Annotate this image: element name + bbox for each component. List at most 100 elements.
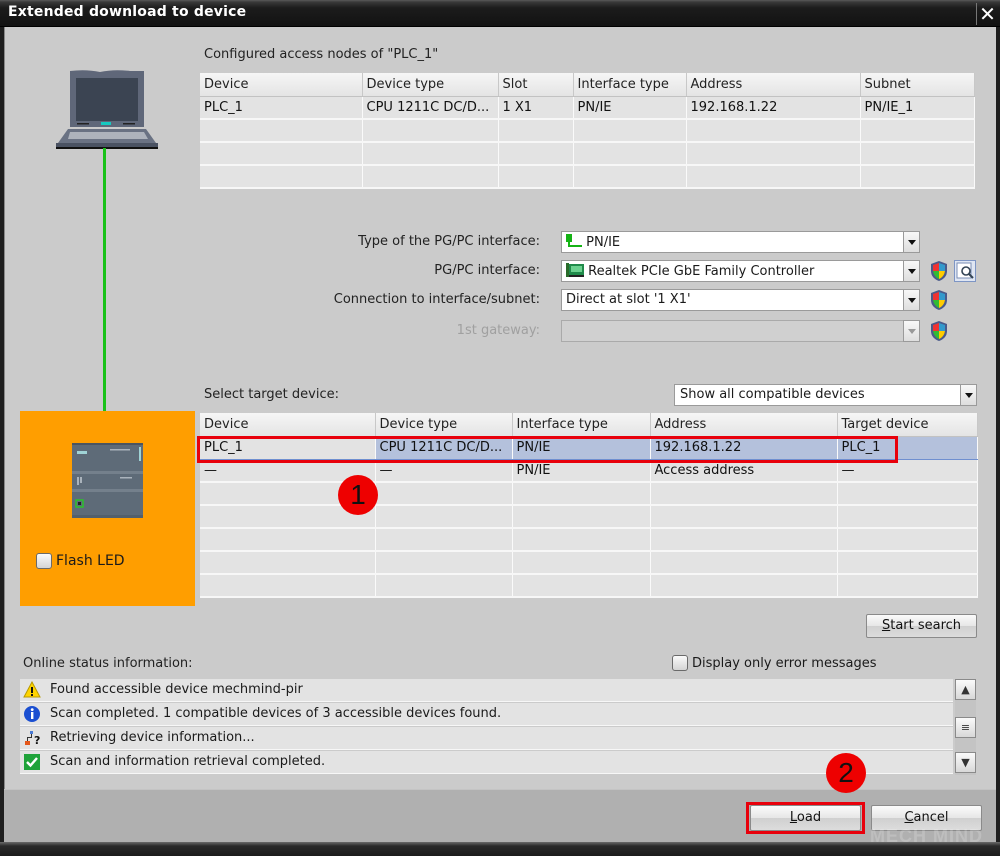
chevron-down-icon[interactable] — [960, 384, 977, 406]
connection-select[interactable]: Direct at slot '1 X1' — [561, 289, 920, 311]
configured-nodes-cell — [498, 142, 574, 166]
target-device-cell: PLC_1 — [837, 435, 978, 460]
configured-nodes-column-header[interactable]: Address — [686, 73, 861, 97]
configured-nodes-cell — [498, 165, 574, 189]
target-device-column-header[interactable]: Target device — [837, 413, 978, 437]
plc-cpu-icon — [72, 443, 143, 518]
status-text: Retrieving device information... — [50, 730, 255, 745]
target-device-row[interactable]: PLC_1 CPU 1211C DC/D... PN/IE 192.168.1.22 P… — [200, 435, 978, 460]
status-text: Scan and information retrieval completed… — [50, 754, 326, 769]
cancel-label: ancel — [913, 810, 949, 825]
target-device-column-header[interactable]: Address — [650, 413, 838, 437]
configured-nodes-cell — [686, 142, 861, 166]
target-device-cell — [650, 528, 838, 552]
flash-led-checkbox-row[interactable]: Flash LED — [36, 553, 125, 569]
target-device-cell: — — [375, 459, 513, 483]
device-filter-select[interactable]: Show all compatible devices — [674, 384, 977, 406]
scroll-up-button[interactable]: ▲ — [955, 679, 976, 700]
configured-nodes-cell — [573, 142, 687, 166]
pgpc-type-select[interactable]: PN/IE — [561, 231, 920, 253]
target-device-row[interactable] — [200, 574, 978, 598]
gateway-label: 1st gateway: — [456, 323, 540, 338]
target-device-cell — [200, 551, 376, 575]
target-device-cell — [200, 574, 376, 598]
connection-row: Connection to interface/subnet: Direct a… — [200, 289, 990, 313]
scroll-thumb[interactable]: ≡ — [955, 717, 976, 738]
svg-text:?: ? — [34, 734, 40, 747]
gateway-select — [561, 320, 920, 342]
target-device-row[interactable] — [200, 528, 978, 552]
error-only-checkbox-row[interactable]: Display only error messages — [672, 655, 876, 671]
target-device-row[interactable] — [200, 482, 978, 506]
download-dialog: Extended download to device ✕ Flash LED — [0, 0, 1000, 856]
step-badge-2: 2 — [826, 753, 866, 793]
configured-nodes-column-header[interactable]: Device — [200, 73, 363, 97]
configured-nodes-cell: PN/IE — [573, 96, 687, 120]
target-device-column-header[interactable]: Interface type — [512, 413, 651, 437]
network-plug-icon — [566, 234, 582, 247]
start-search-button[interactable]: Start search — [866, 614, 977, 638]
configured-nodes-label: Configured access nodes of "PLC_1" — [204, 47, 439, 62]
target-device-cell: CPU 1211C DC/D... — [375, 435, 513, 460]
load-button[interactable]: Load — [750, 805, 861, 831]
configured-nodes-cell — [686, 119, 861, 143]
target-device-column-header[interactable]: Device — [200, 413, 376, 437]
accessible-devices-search-button[interactable] — [954, 260, 976, 282]
configured-nodes-cell — [200, 142, 363, 166]
configured-nodes-row[interactable] — [200, 119, 975, 143]
target-device-cell — [837, 574, 978, 598]
target-device-cell: Access address — [650, 459, 838, 483]
error-only-checkbox[interactable] — [672, 655, 688, 671]
pgpc-interface-select[interactable]: Realtek PCIe GbE Family Controller — [561, 260, 920, 282]
network-query-icon: ? — [25, 731, 40, 747]
target-device-cell — [512, 528, 651, 552]
configured-nodes-cell — [860, 165, 975, 189]
configured-nodes-row[interactable]: PLC_1 CPU 1211C DC/D... 1 X1 PN/IE 192.168.1… — [200, 96, 975, 120]
status-text: Found accessible device mechmind-pir — [50, 682, 303, 697]
scroll-down-button[interactable]: ▼ — [955, 752, 976, 773]
configured-nodes-cell — [573, 165, 687, 189]
chevron-down-icon[interactable] — [903, 231, 920, 253]
cancel-mnemonic: C — [904, 810, 914, 825]
configured-nodes-row[interactable] — [200, 142, 975, 166]
target-device-cell — [375, 528, 513, 552]
target-device-row[interactable] — [200, 551, 978, 575]
target-device-cell — [837, 505, 978, 529]
chevron-down-icon[interactable] — [903, 289, 920, 311]
configured-nodes-cell: 192.168.1.22 — [686, 96, 861, 120]
close-button[interactable]: ✕ — [976, 3, 998, 25]
warning-icon — [23, 681, 41, 698]
select-target-label: Select target device: — [204, 387, 339, 402]
target-device-cell — [837, 482, 978, 506]
error-only-label: Display only error messages — [692, 655, 877, 671]
target-device-cell — [650, 574, 838, 598]
info-icon — [24, 706, 40, 722]
status-message: ? Retrieving device information... — [20, 727, 953, 750]
chevron-down-icon[interactable] — [903, 260, 920, 282]
configured-nodes-column-header[interactable]: Subnet — [860, 73, 975, 97]
security-shield-icon — [931, 321, 947, 341]
target-device-cell — [512, 574, 651, 598]
status-message: Scan and information retrieval completed… — [20, 751, 953, 774]
status-text: Scan completed. 1 compatible devices of … — [50, 706, 502, 721]
security-shield-icon — [931, 290, 947, 310]
status-scrollbar[interactable]: ▲ ≡ ▼ — [955, 679, 976, 775]
target-device-cell: PN/IE — [512, 435, 651, 460]
configured-nodes-column-header[interactable]: Interface type — [573, 73, 687, 97]
configured-nodes-cell — [362, 165, 499, 189]
connection-label: Connection to interface/subnet: — [333, 292, 540, 307]
online-status-label: Online status information: — [23, 656, 193, 671]
flash-led-checkbox[interactable] — [36, 553, 52, 569]
configured-nodes-column-header[interactable]: Slot — [498, 73, 574, 97]
flash-led-label: Flash LED — [56, 553, 125, 569]
target-device-cell — [650, 482, 838, 506]
configured-nodes-cell: 1 X1 — [498, 96, 574, 120]
configured-nodes-column-header[interactable]: Device type — [362, 73, 499, 97]
target-device-row[interactable] — [200, 505, 978, 529]
target-device-column-header[interactable]: Device type — [375, 413, 513, 437]
configured-nodes-row[interactable] — [200, 165, 975, 189]
security-shield-icon — [931, 261, 947, 281]
configured-nodes-cell: CPU 1211C DC/D... — [362, 96, 499, 120]
target-device-cell — [650, 505, 838, 529]
target-device-row[interactable]: — — PN/IE Access address — — [200, 459, 978, 483]
